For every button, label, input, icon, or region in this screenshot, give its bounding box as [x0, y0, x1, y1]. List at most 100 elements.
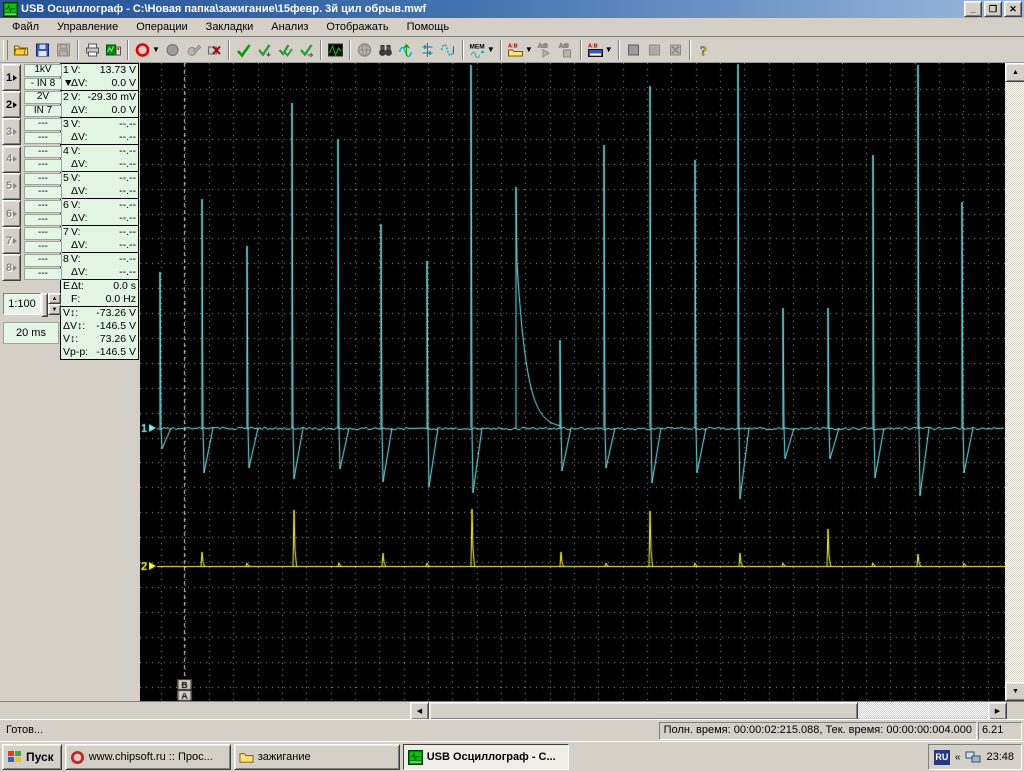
horizontal-scroll-track[interactable] [858, 702, 988, 718]
channel-8-button[interactable]: 8 [2, 254, 21, 281]
ratio-down-button[interactable]: ▼ [48, 304, 61, 315]
task-button-opera[interactable]: www.chipsoft.ru :: Прос... [65, 744, 231, 770]
scroll-left-button[interactable]: ◀ [410, 702, 429, 720]
math-panel-button[interactable]: A:B▼ [585, 39, 615, 61]
channel-row-5: 5------ [2, 173, 62, 199]
stop-record-button[interactable] [162, 39, 183, 61]
close-button[interactable]: ✕ [1004, 1, 1022, 17]
menu-item-Управление[interactable]: Управление [48, 19, 127, 36]
wave-marker-button[interactable] [396, 39, 417, 61]
scroll-down-button[interactable]: ▼ [1005, 682, 1024, 701]
select-area-button[interactable] [623, 39, 644, 61]
channel-1-range[interactable]: 1kV [24, 64, 62, 77]
channel-2-button[interactable]: 2 [2, 91, 21, 118]
channel-3-button[interactable]: 3 [2, 118, 21, 145]
channel-8-range[interactable]: --- [24, 254, 62, 267]
channel-6-button[interactable]: 6 [2, 200, 21, 227]
horizontal-scroll-thumb[interactable] [429, 702, 858, 720]
dv-label: ΔV: [71, 77, 88, 90]
v-label: V: [71, 145, 81, 158]
toolbar: ▼MEM▼A:B▼A:BA:BA:B▼? [0, 37, 1024, 63]
search-button[interactable] [375, 39, 396, 61]
toolbar-grip[interactable] [3, 40, 8, 60]
print-button[interactable] [82, 39, 103, 61]
save-button[interactable] [32, 39, 53, 61]
levels-button[interactable] [417, 39, 438, 61]
check-down-button[interactable] [254, 39, 275, 61]
restore-button[interactable]: ❐ [984, 1, 1002, 17]
channel-1-input[interactable]: - IN 8 [24, 78, 62, 91]
menu-item-Помощь[interactable]: Помощь [398, 19, 459, 36]
menu-item-Закладки[interactable]: Закладки [197, 19, 263, 36]
timebase-value[interactable]: 20 ms [3, 322, 59, 344]
channel-7-input[interactable]: --- [24, 241, 62, 254]
start-label: Пуск [26, 750, 54, 764]
v-label: V: [71, 64, 81, 77]
dropdown-arrow-icon[interactable]: ▼ [605, 45, 613, 54]
menu-item-Операции[interactable]: Операции [127, 19, 196, 36]
channel-4-button[interactable]: 4 [2, 146, 21, 173]
memory-button[interactable]: MEM▼ [467, 39, 497, 61]
dv-value: --.-- [119, 131, 136, 144]
channel-5-range[interactable]: --- [24, 173, 62, 186]
scroll-right-button[interactable]: ▶ [988, 702, 1007, 720]
dv-label: ΔV: [71, 239, 88, 252]
taskbar: Пуск www.chipsoft.ru :: Прос...зажигание… [0, 741, 1024, 772]
channel-3-input[interactable]: --- [24, 132, 62, 145]
delete-record-button[interactable] [204, 39, 225, 61]
cursor-measure-line: V↕:-73.26 V [63, 307, 136, 320]
channel-4-range[interactable]: --- [24, 146, 62, 159]
channel-4-input[interactable]: --- [24, 159, 62, 172]
minimize-button[interactable]: _ [964, 1, 982, 17]
check-next-button[interactable] [296, 39, 317, 61]
menu-item-Файл[interactable]: Файл [3, 19, 48, 36]
scroll-up-button[interactable]: ▲ [1005, 63, 1024, 82]
floppy-icon [55, 42, 72, 58]
svg-text:A:B: A:B [559, 43, 569, 49]
channel-5-button[interactable]: 5 [2, 173, 21, 200]
language-indicator[interactable]: RU [934, 750, 950, 765]
channel-7-settings: ------ [24, 227, 62, 253]
menu-item-Анализ[interactable]: Анализ [262, 19, 317, 36]
channel-number: 3 [6, 126, 12, 138]
start-button[interactable]: Пуск [2, 744, 62, 770]
help-button[interactable]: ? [694, 39, 715, 61]
task-button-scope[interactable]: USB Осциллограф - C... [403, 744, 569, 770]
channel-7-range[interactable]: --- [24, 227, 62, 240]
channel-number: 6 [6, 208, 12, 220]
open-button[interactable] [11, 39, 32, 61]
channel-2-range[interactable]: 2V [24, 91, 62, 104]
web-button [354, 39, 375, 61]
task-button-folder[interactable]: зажигание [234, 744, 400, 770]
dropdown-arrow-icon[interactable]: ▼ [152, 45, 160, 54]
channel-2-input[interactable]: IN 7 [24, 105, 62, 118]
dropdown-arrow-icon[interactable]: ▼ [525, 45, 533, 54]
channel-6-input[interactable]: --- [24, 214, 62, 227]
ratio-slider-handle[interactable] [41, 293, 48, 317]
channel-7-button[interactable]: 7 [2, 227, 21, 254]
channel-5-input[interactable]: --- [24, 186, 62, 199]
channel-row-1: 11kV- IN 8 [2, 64, 62, 90]
check-button[interactable] [233, 39, 254, 61]
check-all-button[interactable] [275, 39, 296, 61]
waveform-canvas[interactable] [140, 63, 1005, 701]
ratio-up-button[interactable]: ▲ [48, 293, 61, 304]
device-settings-button[interactable] [103, 39, 124, 61]
ratio-value[interactable]: 1:100 [3, 293, 41, 315]
channel-8-input[interactable]: --- [24, 268, 62, 281]
channel-1-button[interactable]: 1 [2, 64, 21, 91]
vertical-scroll-track[interactable] [1005, 82, 1024, 682]
network-icon[interactable] [965, 750, 981, 764]
meas-channel-number: 8 [63, 253, 71, 266]
channel-6-range[interactable]: --- [24, 200, 62, 213]
tray-chevron[interactable]: « [955, 752, 961, 763]
menu-item-Отображать[interactable]: Отображать [317, 19, 397, 36]
channel-3-range[interactable]: --- [24, 118, 62, 131]
dropdown-arrow-icon[interactable]: ▼ [487, 45, 495, 54]
math-open-button[interactable]: A:B▼ [505, 39, 535, 61]
wave-cycle-button[interactable] [438, 39, 459, 61]
sq-dither-icon [646, 42, 663, 58]
record-button[interactable]: ▼ [132, 39, 162, 61]
scope-view-button[interactable] [325, 39, 346, 61]
trigger-marker-icon [63, 104, 71, 117]
